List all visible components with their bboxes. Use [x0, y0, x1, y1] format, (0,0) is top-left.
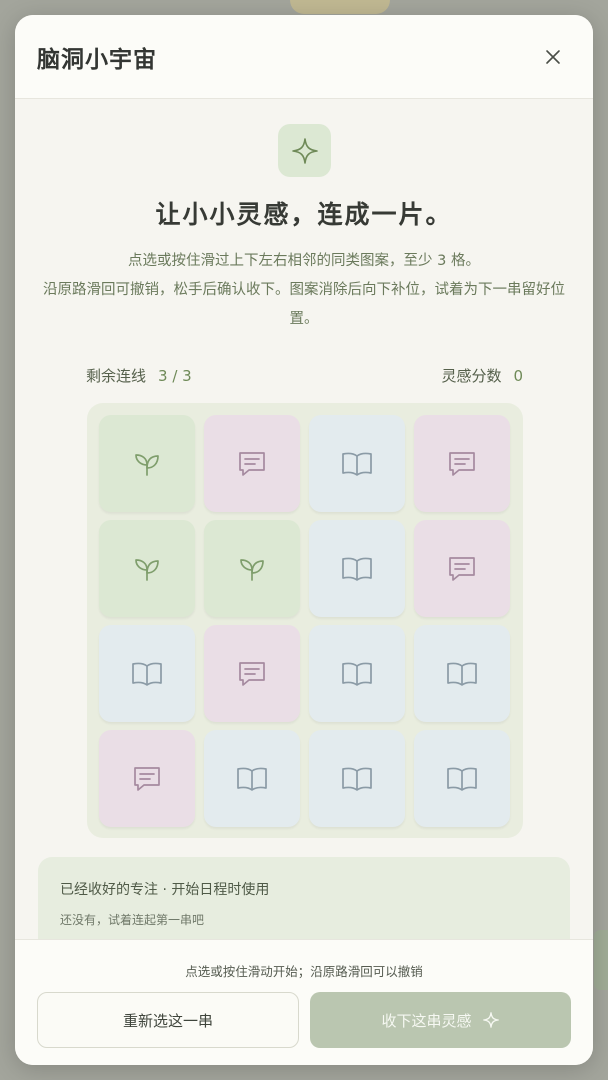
tile-book-r1c3[interactable] — [309, 415, 405, 512]
chat-bubble-icon — [130, 762, 164, 796]
tile-leaf-r1c1[interactable] — [99, 415, 195, 512]
modal-header: 脑洞小宇宙 — [15, 15, 593, 99]
open-book-icon — [445, 657, 479, 691]
open-book-icon — [340, 447, 374, 481]
game-board — [87, 403, 523, 838]
sparkle-icon — [291, 137, 318, 164]
reselect-button[interactable]: 重新选这一串 — [37, 992, 299, 1048]
open-book-icon — [340, 552, 374, 586]
sprout-icon — [235, 552, 269, 586]
tile-leaf-r2c2[interactable] — [204, 520, 300, 617]
close-button[interactable] — [535, 39, 571, 75]
inspiration-score: 灵感分数 0 — [441, 365, 523, 386]
tile-book-r4c2[interactable] — [204, 730, 300, 827]
backdrop-panel-edge — [594, 930, 608, 990]
modal-footer: 点选或按住滑动开始；沿原路滑回可以撤销 重新选这一串 收下这串灵感 — [15, 939, 593, 1065]
game-modal: 脑洞小宇宙 让小小灵感，连成一片。 点选或按住滑过上下左右相邻的同类图案，至少 … — [15, 15, 593, 1065]
tile-chat-r3c2[interactable] — [204, 625, 300, 722]
tile-chat-r1c4[interactable] — [414, 415, 510, 512]
tile-book-r3c4[interactable] — [414, 625, 510, 722]
open-book-icon — [235, 762, 269, 796]
tile-chat-r4c1[interactable] — [99, 730, 195, 827]
reselect-button-label: 重新选这一串 — [122, 1011, 213, 1030]
remaining-links-value: 3 / 3 — [158, 367, 192, 385]
sprout-icon — [130, 447, 164, 481]
headline: 让小小灵感，连成一片。 — [155, 200, 453, 229]
instructions-line-1: 点选或按住滑过上下左右相邻的同类图案，至少 3 格。 — [128, 253, 480, 269]
tile-book-r3c1[interactable] — [99, 625, 195, 722]
chat-bubble-icon — [235, 657, 269, 691]
tile-chat-r2c4[interactable] — [414, 520, 510, 617]
sprout-icon — [130, 552, 164, 586]
tile-book-r4c4[interactable] — [414, 730, 510, 827]
tile-book-r3c3[interactable] — [309, 625, 405, 722]
remaining-links: 剩余连线 3 / 3 — [86, 365, 192, 386]
backdrop-glow — [290, 0, 390, 14]
inspiration-score-label: 灵感分数 — [441, 367, 502, 385]
open-book-icon — [340, 762, 374, 796]
collect-button[interactable]: 收下这串灵感 — [310, 992, 571, 1048]
instructions-line-2: 沿原路滑回可撤销，松手后确认收下。图案消除后向下补位，试着为下一串留好位置。 — [43, 282, 565, 327]
chat-bubble-icon — [235, 447, 269, 481]
collect-button-label: 收下这串灵感 — [381, 1011, 472, 1030]
modal-title: 脑洞小宇宙 — [37, 45, 157, 73]
inspiration-score-value: 0 — [513, 367, 523, 385]
collected-title: 已经收好的专注 · 开始日程时使用 — [60, 882, 270, 898]
chat-bubble-icon — [445, 447, 479, 481]
tile-book-r2c3[interactable] — [309, 520, 405, 617]
tile-chat-r1c2[interactable] — [204, 415, 300, 512]
chat-bubble-icon — [445, 552, 479, 586]
collected-empty-text: 还没有，试着连起第一串吧 — [60, 913, 205, 927]
footer-hint: 点选或按住滑动开始；沿原路滑回可以撤销 — [185, 964, 423, 979]
remaining-links-label: 剩余连线 — [86, 367, 147, 385]
open-book-icon — [130, 657, 164, 691]
open-book-icon — [340, 657, 374, 691]
sparkle-badge — [278, 124, 331, 177]
tile-leaf-r2c1[interactable] — [99, 520, 195, 617]
instructions: 点选或按住滑过上下左右相邻的同类图案，至少 3 格。 沿原路滑回可撤销，松手后确… — [35, 247, 573, 334]
tile-book-r4c3[interactable] — [309, 730, 405, 827]
open-book-icon — [445, 762, 479, 796]
close-icon — [546, 49, 560, 64]
sparkle-icon — [482, 1012, 499, 1028]
